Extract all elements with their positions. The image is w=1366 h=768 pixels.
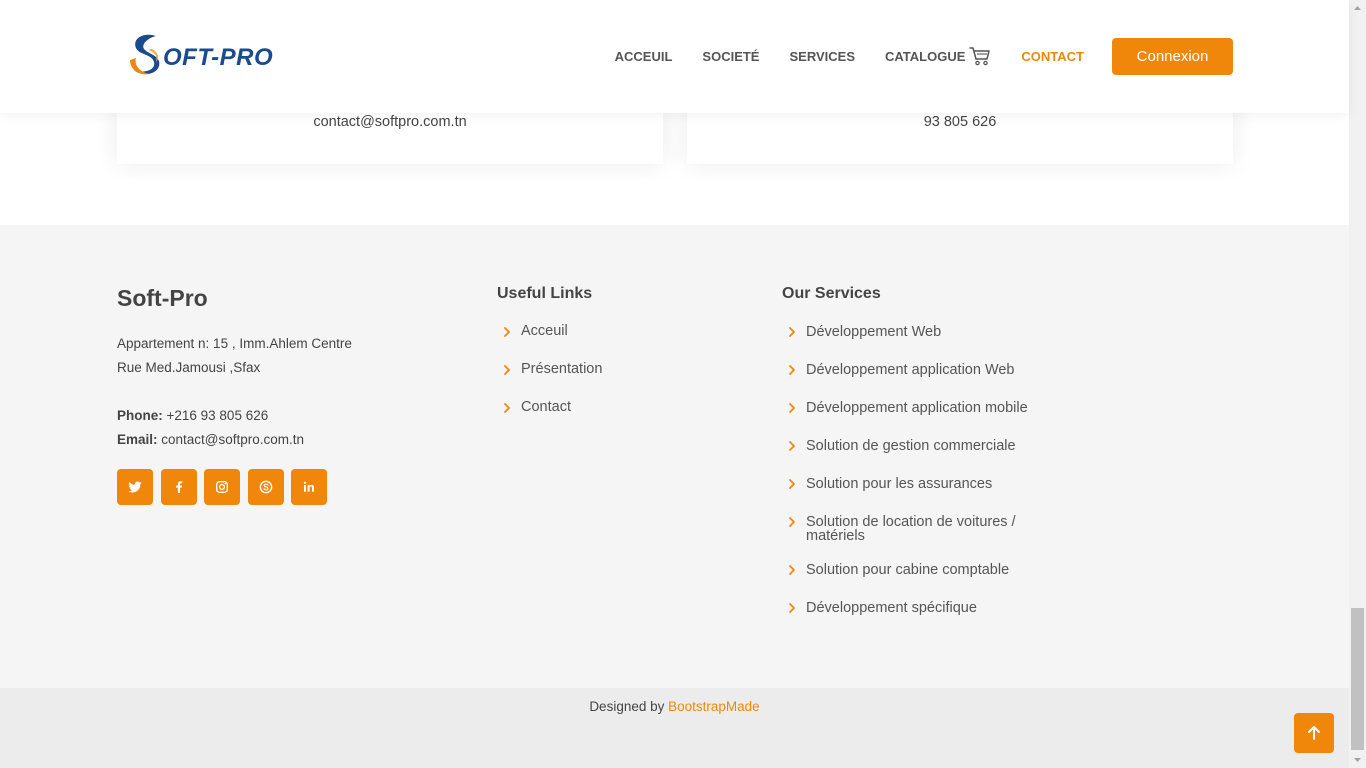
address-line-2: Rue Med.Jamousi ,Sfax: [117, 360, 261, 375]
chevron-right-icon: [504, 327, 510, 337]
chevron-right-icon: [789, 403, 795, 413]
scrollbar-thumb[interactable]: [1351, 608, 1364, 750]
email-label: Email:: [117, 432, 158, 447]
service-link[interactable]: Développement spécifique: [782, 599, 1036, 637]
service-label: Solution pour cabine comptable: [806, 562, 1010, 578]
linkedin-icon: [304, 481, 315, 492]
useful-link-label: Contact: [521, 399, 571, 415]
nav-item-services[interactable]: SERVICES: [789, 49, 855, 64]
main-nav: ACCEUIL SOCIETÉ SERVICES CATALOGUE CONTA…: [585, 38, 1233, 75]
nav-item-catalogue-label: CATALOGUE: [885, 49, 966, 64]
site-header: OFT-PRO ACCEUIL SOCIETÉ SERVICES CATALOG…: [0, 0, 1349, 113]
service-label: Solution pour les assurances: [806, 476, 993, 492]
skype-icon: [259, 480, 273, 494]
service-label: Solution de gestion commerciale: [806, 438, 1016, 454]
twitter-button[interactable]: [117, 469, 153, 505]
service-link[interactable]: Solution de gestion commerciale: [782, 437, 1036, 475]
service-link[interactable]: Solution de location de voitures / matér…: [782, 513, 1036, 561]
twitter-icon: [128, 481, 142, 493]
credits: Designed by BootstrapMade: [0, 699, 1349, 714]
footer: Soft-Pro Appartement n: 15 , Imm.Ahlem C…: [0, 225, 1349, 688]
logo-text: OFT-PRO: [163, 44, 274, 71]
useful-links-list: Acceuil Présentation Contact: [497, 323, 602, 437]
phone-label: Phone:: [117, 408, 163, 423]
services-title: Our Services: [782, 285, 881, 302]
credits-prefix: Designed by: [589, 699, 669, 714]
scroll-up-arrow-icon[interactable]: [1353, 4, 1362, 13]
service-link[interactable]: Développement application mobile: [782, 399, 1036, 437]
page-scrollbar[interactable]: [1349, 0, 1366, 768]
chevron-right-icon: [504, 365, 510, 375]
chevron-right-icon: [789, 441, 795, 451]
useful-links-title: Useful Links: [497, 285, 593, 302]
chevron-right-icon: [789, 327, 795, 337]
service-link[interactable]: Solution pour les assurances: [782, 475, 1036, 513]
arrow-up-icon: [1308, 726, 1320, 740]
service-link[interactable]: Développement Web: [782, 323, 1036, 361]
instagram-button[interactable]: [204, 469, 241, 505]
nav-item-societe[interactable]: SOCIETÉ: [702, 49, 759, 64]
card-phone-text: 93 805 626: [923, 114, 997, 130]
services-list: Développement Web Développement applicat…: [782, 323, 1036, 637]
footer-bottom-bar: Designed by BootstrapMade: [0, 688, 1349, 768]
service-label: Développement spécifique: [806, 600, 977, 616]
phone-value: +216 93 805 626: [162, 408, 269, 423]
nav-item-contact[interactable]: CONTACT: [1021, 49, 1084, 64]
service-label: Développement application Web: [806, 362, 1015, 378]
social-links: [117, 469, 335, 505]
service-label: Développement application mobile: [806, 400, 1028, 416]
linkedin-button[interactable]: [291, 469, 328, 505]
skype-button[interactable]: [247, 469, 284, 505]
chevron-right-icon: [789, 365, 795, 375]
footer-phone: Phone: +216 93 805 626: [117, 404, 304, 428]
login-button[interactable]: Connexion: [1112, 38, 1233, 75]
address-line-1: Appartement n: 15 , Imm.Ahlem Centre: [117, 336, 352, 351]
useful-link-presentation[interactable]: Présentation: [497, 361, 602, 399]
service-link[interactable]: Développement application Web: [782, 361, 1036, 399]
chevron-right-icon: [789, 479, 795, 489]
useful-link-contact[interactable]: Contact: [497, 399, 602, 437]
scroll-down-arrow-icon[interactable]: [1353, 755, 1362, 764]
chevron-right-icon: [504, 403, 510, 413]
back-to-top-button[interactable]: [1294, 713, 1334, 753]
facebook-icon: [175, 481, 182, 493]
footer-brand: Soft-Pro: [117, 285, 208, 311]
instagram-icon: [216, 481, 229, 493]
logo-mark-icon: [130, 34, 160, 75]
email-value: contact@softpro.com.tn: [157, 432, 305, 447]
facebook-button[interactable]: [160, 469, 197, 505]
nav-item-acceuil[interactable]: ACCEUIL: [615, 49, 673, 64]
site-logo[interactable]: OFT-PRO: [126, 30, 286, 78]
footer-email: Email: contact@softpro.com.tn: [117, 428, 304, 452]
service-label: Développement Web: [806, 324, 942, 340]
card-email-text: contact@softpro.com.tn: [313, 114, 467, 130]
footer-address: Appartement n: 15 , Imm.Ahlem Centre Rue…: [117, 332, 352, 380]
nav-item-catalogue[interactable]: CATALOGUE: [885, 46, 991, 66]
chevron-right-icon: [789, 517, 795, 527]
cart-icon: [969, 46, 991, 65]
useful-link-label: Présentation: [521, 361, 603, 377]
footer-contact-info: Phone: +216 93 805 626 Email: contact@so…: [117, 404, 304, 452]
service-label: Solution de location de voitures / matér…: [806, 514, 1016, 544]
chevron-right-icon: [789, 603, 795, 613]
chevron-right-icon: [789, 565, 795, 575]
useful-link-acceuil[interactable]: Acceuil: [497, 323, 602, 361]
credits-link[interactable]: BootstrapMade: [668, 699, 760, 714]
useful-link-label: Acceuil: [521, 323, 568, 339]
service-link[interactable]: Solution pour cabine comptable: [782, 561, 1036, 599]
